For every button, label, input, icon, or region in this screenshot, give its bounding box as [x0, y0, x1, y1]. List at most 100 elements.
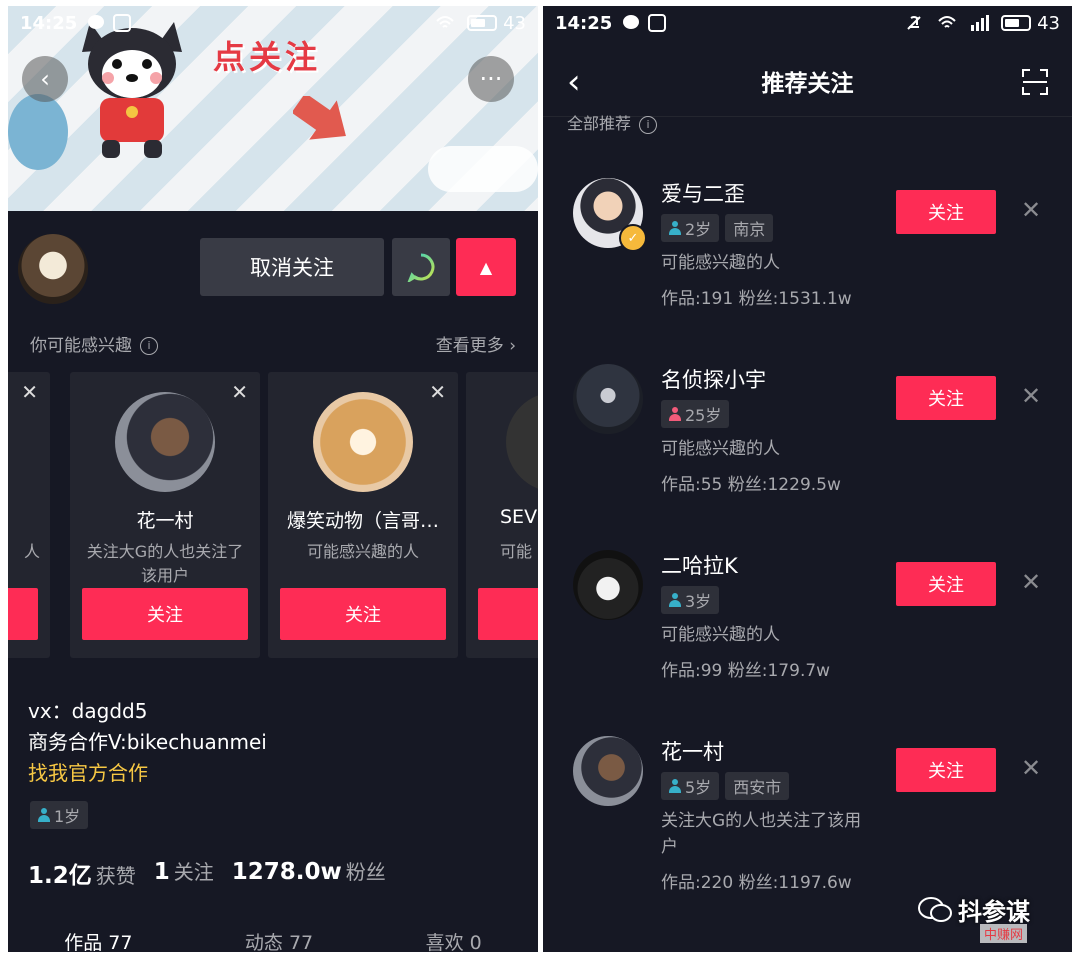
- status-bar: 14:25 43: [543, 6, 1072, 40]
- wifi-icon: [435, 14, 455, 32]
- suggest-card: ✕ 爆笑动物（言哥… 可能感兴趣的人 关注: [268, 372, 458, 658]
- see-more-link[interactable]: 查看更多 ›: [436, 331, 516, 356]
- suggest-card: ✕ 人: [8, 372, 50, 658]
- status-time: 14:25: [555, 12, 613, 34]
- balloon-decoration: [8, 94, 68, 170]
- nav-bar: ‹ 推荐关注: [543, 46, 1072, 117]
- user-reason: 可能感兴趣的人: [661, 253, 780, 273]
- card-reason: 可能: [500, 542, 533, 561]
- likes-stat: 1.2亿 获赞: [28, 863, 136, 889]
- wechat-icon: [622, 14, 642, 32]
- user-counts: 作品:191 粉丝:1531.1w: [661, 289, 852, 309]
- close-icon[interactable]: ✕: [231, 380, 248, 404]
- battery-level: 43: [1037, 12, 1060, 34]
- scan-icon[interactable]: [1022, 69, 1048, 95]
- expand-button[interactable]: ▲: [456, 238, 516, 296]
- page-title: 推荐关注: [761, 71, 854, 97]
- user-name[interactable]: 花一村: [661, 736, 724, 766]
- card-avatar[interactable]: [506, 392, 538, 492]
- info-icon[interactable]: i: [639, 115, 658, 134]
- close-icon[interactable]: ✕: [1021, 382, 1041, 410]
- card-follow-button[interactable]: 关注: [280, 588, 446, 640]
- male-icon: [669, 779, 681, 793]
- watermark-text: 抖参谋: [958, 898, 1030, 926]
- user-counts: 作品:55 粉丝:1229.5w: [661, 475, 841, 495]
- user-avatar[interactable]: [573, 736, 643, 806]
- profile-avatar[interactable]: [18, 234, 88, 304]
- recommend-row: ✓ 爱与二歪 2岁 南京 可能感兴趣的人 作品:191 粉丝:1531.1w 关…: [543, 178, 1072, 358]
- male-icon: [669, 221, 681, 235]
- close-icon[interactable]: ✕: [429, 380, 446, 404]
- profile-screen: 点关注 14:25 43 ‹ ··· 取消关注 ▲ 你可能感兴趣 i 查看更多 …: [8, 6, 538, 952]
- user-avatar[interactable]: [573, 364, 643, 434]
- arrow-decoration: [293, 96, 346, 140]
- caret-up-icon: ▲: [479, 257, 493, 277]
- female-icon: [669, 407, 681, 421]
- battery-icon: [1001, 15, 1032, 31]
- follow-button[interactable]: 关注: [896, 748, 996, 792]
- more-dots-icon: ···: [479, 65, 503, 93]
- status-time: 14:25: [20, 12, 78, 34]
- age-tag: 5岁: [661, 772, 720, 800]
- tab-moments[interactable]: 动态 77: [245, 928, 313, 952]
- recommend-row: 名侦探小宇 25岁 可能感兴趣的人 作品:55 粉丝:1229.5w 关注 ✕: [543, 364, 1072, 544]
- age-tag: 2岁: [661, 214, 720, 242]
- tab-works[interactable]: 作品 77: [64, 928, 132, 952]
- city-tag: 南京: [725, 214, 774, 242]
- info-icon[interactable]: i: [140, 337, 158, 355]
- cloud-decoration: [428, 146, 538, 192]
- male-icon: [38, 808, 50, 822]
- user-name[interactable]: 二哈拉K: [661, 550, 738, 580]
- card-follow-button[interactable]: [8, 588, 38, 640]
- age-tag: 25岁: [661, 400, 730, 428]
- suggest-card: SEV 可能: [466, 372, 538, 658]
- wechat-logo-icon: [918, 896, 952, 922]
- tab-likes[interactable]: 喜欢 0: [426, 928, 482, 952]
- fans-stat[interactable]: 1278.0w 粉丝: [232, 856, 386, 890]
- card-avatar[interactable]: [115, 392, 215, 492]
- user-reason: 关注大G的人也关注了该用户: [661, 811, 862, 857]
- follow-button[interactable]: 关注: [896, 190, 996, 234]
- card-follow-button[interactable]: [478, 588, 538, 640]
- section-label: 全部推荐 i: [567, 110, 658, 134]
- age-tag: 1岁: [30, 801, 89, 829]
- follow-button[interactable]: 关注: [896, 376, 996, 420]
- official-cooperation-link[interactable]: 找我官方合作: [28, 758, 267, 789]
- user-name[interactable]: 名侦探小宇: [661, 364, 766, 394]
- user-counts: 作品:220 粉丝:1197.6w: [661, 873, 852, 893]
- close-icon[interactable]: ✕: [21, 380, 38, 404]
- card-name: 花一村: [136, 510, 194, 532]
- chat-bubble-icon: [407, 253, 435, 282]
- unfollow-button[interactable]: 取消关注: [200, 238, 384, 296]
- card-follow-button[interactable]: 关注: [82, 588, 248, 640]
- recommend-screen: 14:25 43 ‹ 推荐关注 全部推荐 i ✓ 爱与二歪 2岁 南京 可能感兴…: [543, 6, 1072, 952]
- battery-icon: [467, 15, 498, 31]
- user-avatar[interactable]: [573, 550, 643, 620]
- user-tags: 3岁: [661, 586, 720, 614]
- profile-bio: vx：dagdd5 商务合作V:bikechuanmei 找我官方合作: [28, 696, 267, 789]
- verified-icon: ✓: [619, 224, 647, 252]
- follow-button[interactable]: 关注: [896, 562, 996, 606]
- card-name: 爆笑动物（言哥…: [286, 510, 439, 532]
- wifi-icon: [937, 14, 957, 32]
- suggest-title: 你可能感兴趣 i: [30, 331, 158, 356]
- card-reason: 关注大G的人也关注了该用户: [86, 542, 244, 585]
- card-avatar[interactable]: [313, 392, 413, 492]
- close-icon[interactable]: ✕: [1021, 196, 1041, 224]
- profile-tabs: 作品 77 动态 77 喜欢 0: [8, 928, 538, 952]
- back-button[interactable]: ‹: [567, 62, 581, 102]
- user-name[interactable]: 爱与二歪: [661, 178, 745, 208]
- card-reason: 人: [23, 542, 40, 561]
- user-tags: 25岁: [661, 400, 730, 428]
- message-button[interactable]: [392, 238, 450, 296]
- close-icon[interactable]: ✕: [1021, 754, 1041, 782]
- more-button[interactable]: ···: [468, 56, 514, 102]
- user-reason: 可能感兴趣的人: [661, 439, 780, 459]
- recommend-row: 花一村 5岁 西安市 关注大G的人也关注了该用户 作品:220 粉丝:1197.…: [543, 736, 1072, 916]
- chevron-left-icon: ‹: [40, 65, 50, 93]
- back-button[interactable]: ‹: [22, 56, 68, 102]
- watermark-site: 中赚网: [980, 924, 1028, 943]
- following-stat[interactable]: 1 关注: [154, 856, 214, 890]
- user-tags: 5岁 西安市: [661, 772, 790, 800]
- close-icon[interactable]: ✕: [1021, 568, 1041, 596]
